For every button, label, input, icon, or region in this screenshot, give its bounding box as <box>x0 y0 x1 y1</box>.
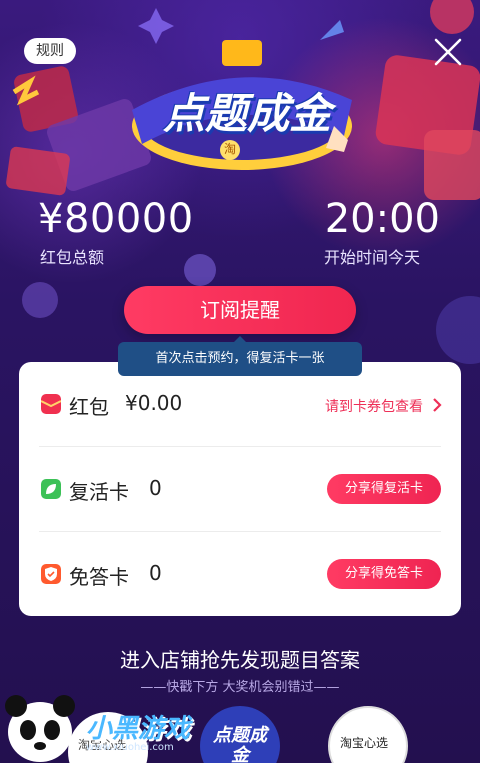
row-label: 免答卡 <box>69 565 129 589</box>
row-label: 红包 <box>69 395 109 419</box>
event-logo: 点题成金 淘 <box>112 40 372 180</box>
shop-label: 淘宝心选 <box>340 736 389 750</box>
watermark-text: 小黑游戏 <box>86 714 191 744</box>
share-skip-card-button[interactable]: 分享得免答卡 <box>327 559 441 589</box>
rules-button[interactable]: 规则 <box>24 38 76 64</box>
view-coupon-link[interactable]: 请到卡券包查看 <box>325 396 423 416</box>
logo-text: 点题成金 <box>162 89 331 138</box>
row-label: 复活卡 <box>69 480 129 504</box>
leaf-icon <box>41 479 61 499</box>
chevron-right-icon <box>433 398 442 412</box>
share-revive-card-button[interactable]: 分享得复活卡 <box>327 474 441 504</box>
start-time-label: 开始时间今天 <box>323 248 420 267</box>
footer-title: 进入店铺抢先发现题目答案 <box>120 648 360 672</box>
close-icon[interactable] <box>432 36 464 68</box>
watermark-url: www.xiuohei.com <box>86 742 174 753</box>
subscribe-tip: 首次点击预约，得复活卡一张 <box>118 342 362 376</box>
red-envelope-icon <box>41 394 61 414</box>
prize-amount-label: 红包总额 <box>40 248 105 267</box>
row-value: ¥0.00 <box>125 391 183 415</box>
logo-badge: 淘 <box>223 142 236 156</box>
rewards-card: 红包 ¥0.00 请到卡券包查看 复活卡 0 分享得复活卡 免答卡 0 分享得免… <box>19 362 461 616</box>
watermark: 小黑游戏 www.xiuohei.com <box>0 686 200 763</box>
shop-label: 点题成金 <box>213 725 267 763</box>
panda-icon <box>5 695 75 762</box>
rewards-row-skip-card: 免答卡 0 分享得免答卡 <box>19 532 461 616</box>
row-value: 0 <box>149 561 162 585</box>
prize-amount: ¥80000 <box>38 196 194 242</box>
start-time: 20:00 <box>324 196 440 242</box>
subscribe-reminder-button[interactable]: 订阅提醒 <box>124 286 356 334</box>
shield-icon <box>41 564 61 584</box>
rewards-row-revive-card: 复活卡 0 分享得复活卡 <box>19 447 461 531</box>
row-value: 0 <box>149 476 162 500</box>
